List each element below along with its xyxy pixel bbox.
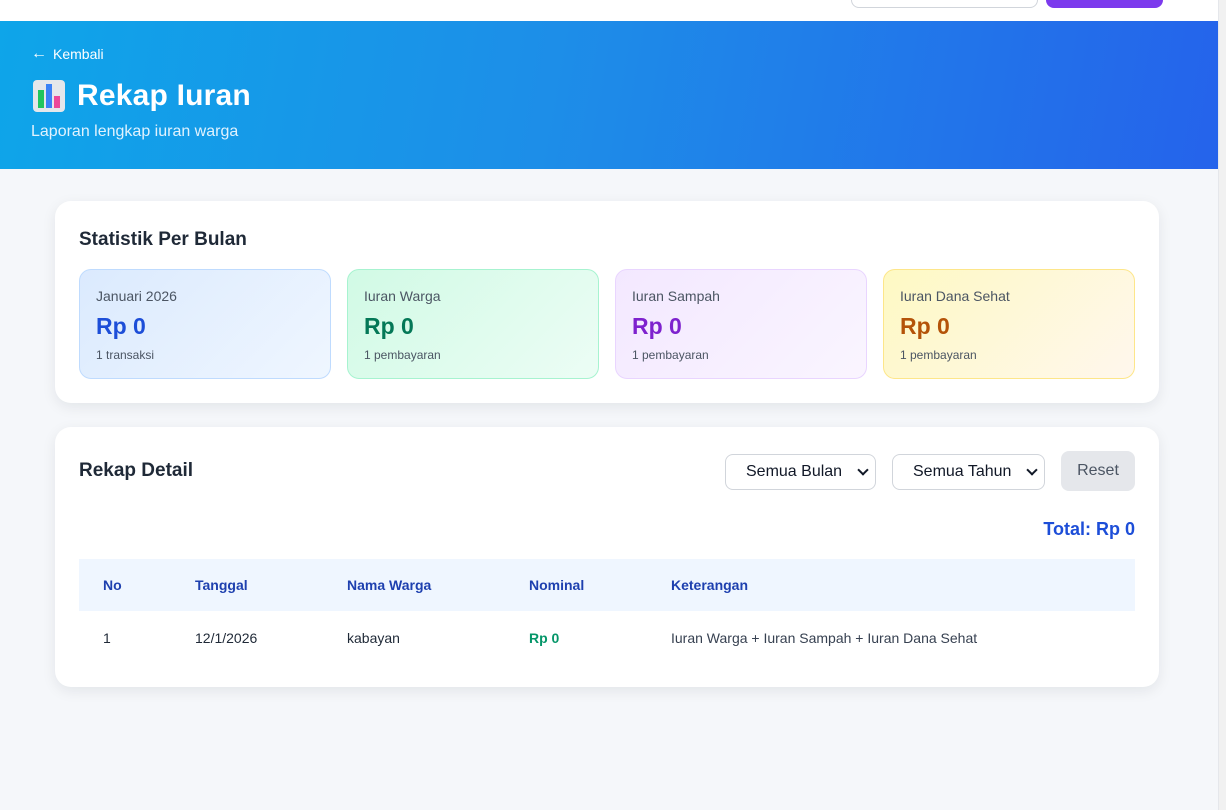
page-header: ← Kembali Rekap Iuran Laporan lengkap iu… <box>0 21 1218 169</box>
stat-card-iuran-sampah: Iuran Sampah Rp 0 1 pembayaran <box>615 269 867 379</box>
detail-heading: Rekap Detail <box>79 460 194 481</box>
stat-value: Rp 0 <box>632 313 682 339</box>
page-scrollbar[interactable] <box>1218 0 1226 810</box>
table-row[interactable]: 1 12/1/2026 kabayan Rp 0 Iuran Warga + I… <box>79 611 1135 663</box>
stat-note: 1 transaksi <box>96 348 155 362</box>
chevron-down-icon <box>857 464 869 476</box>
month-filter-select[interactable]: Semua Bulan <box>725 454 876 490</box>
stat-card-iuran-dana-sehat: Iuran Dana Sehat Rp 0 1 pembayaran <box>883 269 1135 379</box>
year-filter-value: Semua Tahun <box>913 463 1012 480</box>
stat-label: Januari 2026 <box>96 288 177 304</box>
total-amount: Total: Rp 0 <box>1043 519 1135 539</box>
column-header-name[interactable]: Nama Warga <box>347 577 431 593</box>
page-title-row: Rekap Iuran <box>33 79 251 113</box>
monthly-stats-card: Statistik Per Bulan Januari 2026 Rp 0 1 … <box>55 201 1159 403</box>
stat-value: Rp 0 <box>364 313 414 339</box>
back-label: Kembali <box>53 46 104 62</box>
reset-button[interactable]: Reset <box>1061 451 1135 491</box>
stat-value: Rp 0 <box>96 313 146 339</box>
table-header: No Tanggal Nama Warga Nominal Keterangan <box>79 559 1135 611</box>
cell-name: kabayan <box>347 630 400 646</box>
left-arrow-icon: ← <box>31 45 47 62</box>
page-subtitle: Laporan lengkap iuran warga <box>31 123 239 140</box>
cell-date: 12/1/2026 <box>195 630 258 646</box>
page-title: Rekap Iuran <box>77 79 251 112</box>
detail-recap-card: Rekap Detail Semua Bulan Semua Tahun Res… <box>55 427 1159 687</box>
stat-label: Iuran Warga <box>364 288 441 304</box>
stat-label: Iuran Sampah <box>632 288 720 304</box>
search-input[interactable] <box>851 0 1038 8</box>
stat-label: Iuran Dana Sehat <box>900 288 1010 304</box>
column-header-note[interactable]: Keterangan <box>671 577 748 593</box>
stat-value: Rp 0 <box>900 313 950 339</box>
primary-action-button[interactable] <box>1046 0 1163 8</box>
month-filter-value: Semua Bulan <box>746 463 843 480</box>
stat-note: 1 pembayaran <box>632 348 709 362</box>
stat-card-month-total: Januari 2026 Rp 0 1 transaksi <box>79 269 331 379</box>
chevron-down-icon <box>1026 464 1038 476</box>
column-header-nominal[interactable]: Nominal <box>529 577 584 593</box>
column-header-no[interactable]: No <box>103 577 122 593</box>
cell-no: 1 <box>103 630 111 646</box>
stat-note: 1 pembayaran <box>364 348 441 362</box>
stat-card-iuran-warga: Iuran Warga Rp 0 1 pembayaran <box>347 269 599 379</box>
back-link[interactable]: ← Kembali <box>31 45 104 63</box>
stats-heading: Statistik Per Bulan <box>79 229 247 250</box>
cell-note: Iuran Warga + Iuran Sampah + Iuran Dana … <box>671 630 978 646</box>
recap-table: No Tanggal Nama Warga Nominal Keterangan… <box>79 559 1135 663</box>
column-header-date[interactable]: Tanggal <box>195 577 248 593</box>
year-filter-select[interactable]: Semua Tahun <box>892 454 1045 490</box>
cell-nominal: Rp 0 <box>529 630 560 646</box>
bar-chart-icon <box>33 80 65 112</box>
top-bar <box>0 0 1218 21</box>
stat-note: 1 pembayaran <box>900 348 977 362</box>
